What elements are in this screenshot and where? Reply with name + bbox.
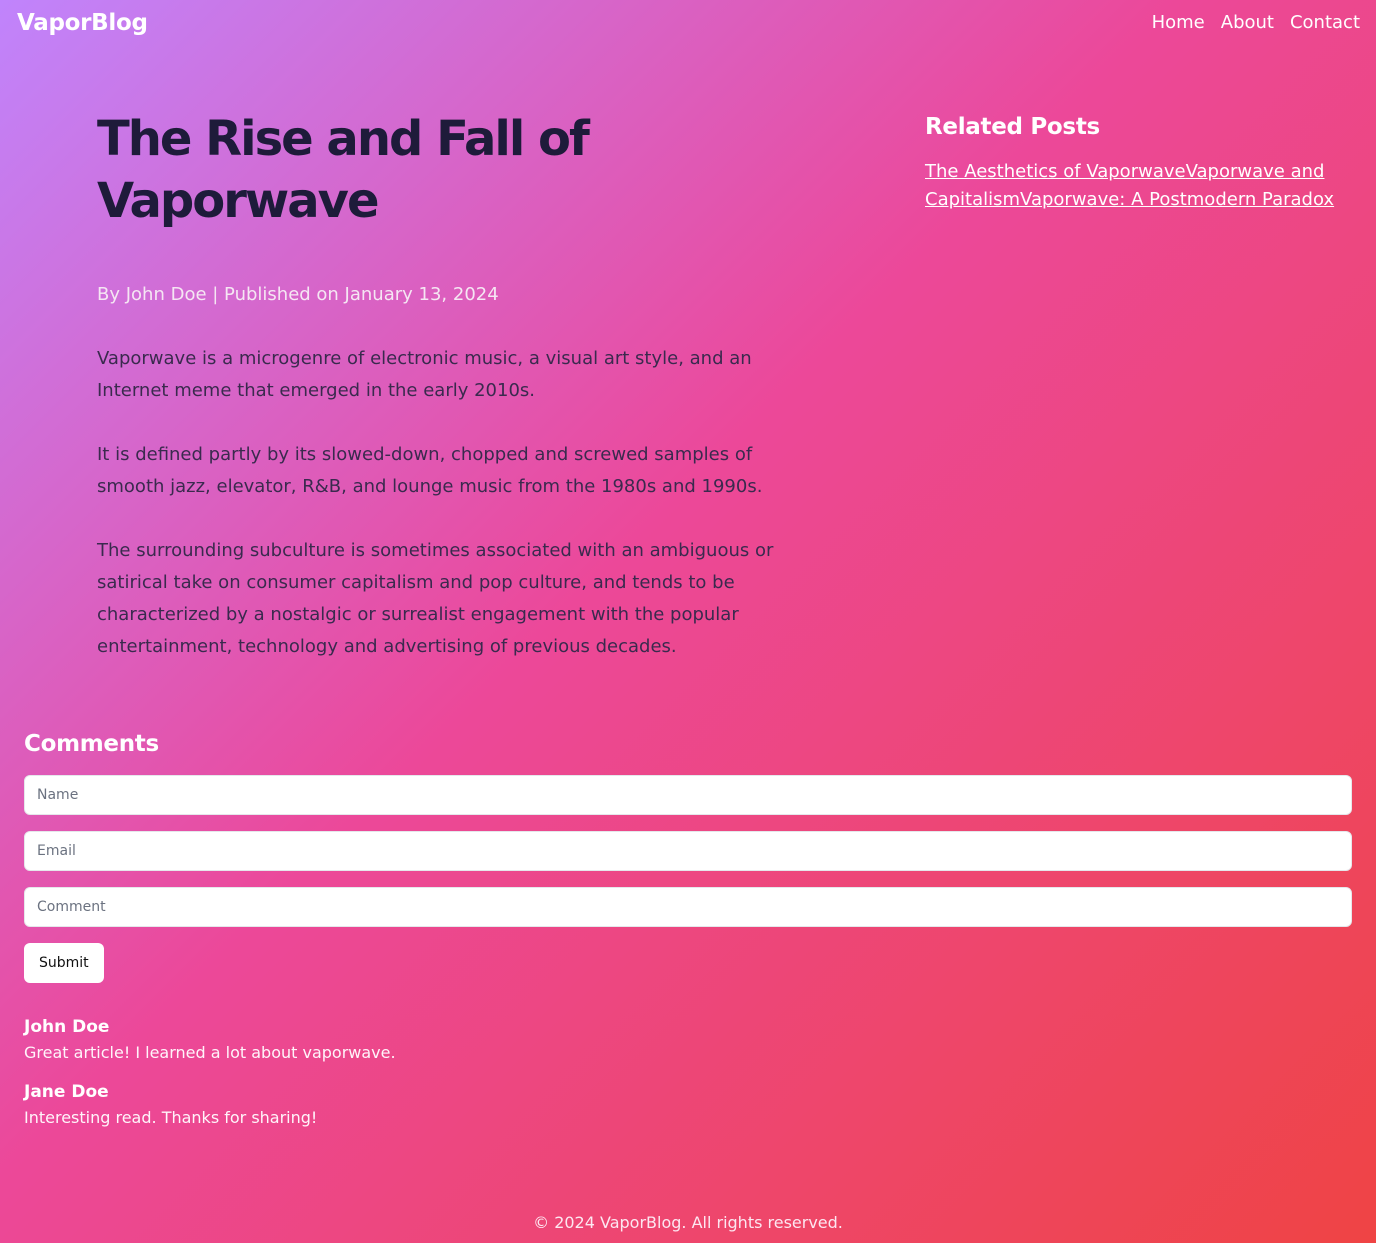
related-posts-heading: Related Posts (925, 114, 1100, 140)
article-title: The Rise and Fall of Vaporwave (97, 111, 590, 229)
comment-item: John Doe Great article! I learned a lot … (24, 1017, 1352, 1062)
comments-heading: Comments (24, 731, 159, 757)
article-paragraph: The surrounding subculture is sometimes … (97, 540, 774, 657)
comment-item: Jane Doe Interesting read. Thanks for sh… (24, 1082, 1352, 1127)
article-paragraph: Vaporwave is a microgenre of electronic … (97, 348, 752, 401)
submit-button[interactable]: Submit (24, 943, 104, 983)
nav-about-link[interactable]: About (1221, 12, 1274, 33)
comment-author: Jane Doe (24, 1082, 109, 1102)
related-post-link[interactable]: The Aesthetics of Vaporwave (925, 161, 1186, 182)
brand-logo[interactable]: VaporBlog (17, 10, 148, 36)
top-navbar: VaporBlog Home About Contact (0, 0, 1376, 48)
main-nav: Home About Contact (1152, 12, 1360, 33)
email-input[interactable] (24, 831, 1352, 871)
comments-section: Comments Submit John Doe Great article! … (24, 731, 1352, 1127)
related-posts-list: The Aesthetics of VaporwaveVaporwave and… (925, 158, 1345, 214)
comment-text: Great article! I learned a lot about vap… (24, 1043, 396, 1062)
comment-input[interactable] (24, 887, 1352, 927)
nav-contact-link[interactable]: Contact (1290, 12, 1360, 33)
footer-copyright: © 2024 VaporBlog. All rights reserved. (533, 1213, 843, 1232)
comment-text: Interesting read. Thanks for sharing! (24, 1108, 318, 1127)
comment-list: John Doe Great article! I learned a lot … (24, 1017, 1352, 1127)
comment-author: John Doe (24, 1017, 110, 1037)
article: The Rise and Fall of Vaporwave By John D… (97, 108, 817, 663)
article-paragraph: It is defined partly by its slowed-down,… (97, 444, 763, 497)
article-meta: By John Doe | Published on January 13, 2… (97, 284, 499, 305)
nav-home-link[interactable]: Home (1152, 12, 1205, 33)
name-input[interactable] (24, 775, 1352, 815)
related-post-link[interactable]: Vaporwave: A Postmodern Paradox (1020, 189, 1334, 210)
related-posts: Related Posts The Aesthetics of Vaporwav… (925, 114, 1345, 214)
footer: © 2024 VaporBlog. All rights reserved. (0, 1213, 1376, 1232)
